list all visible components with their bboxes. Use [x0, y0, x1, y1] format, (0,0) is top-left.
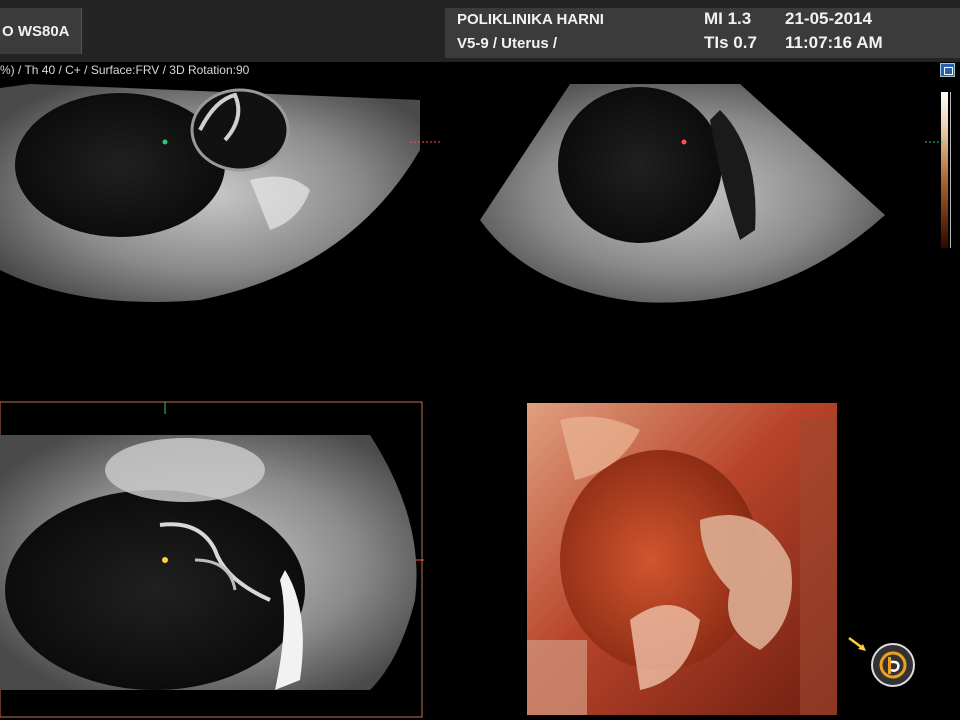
view-plane-a[interactable]	[0, 84, 440, 302]
marker-yellow	[162, 557, 168, 563]
view-3d-render[interactable]	[527, 403, 837, 715]
pointer-arrow-icon	[848, 636, 866, 651]
marker-green	[162, 139, 168, 145]
ultrasound-views	[0, 84, 945, 718]
marker-red	[681, 139, 687, 145]
brand-logo-icon	[871, 643, 915, 687]
view-plane-b[interactable]	[480, 84, 945, 303]
view-plane-c[interactable]	[0, 401, 424, 718]
